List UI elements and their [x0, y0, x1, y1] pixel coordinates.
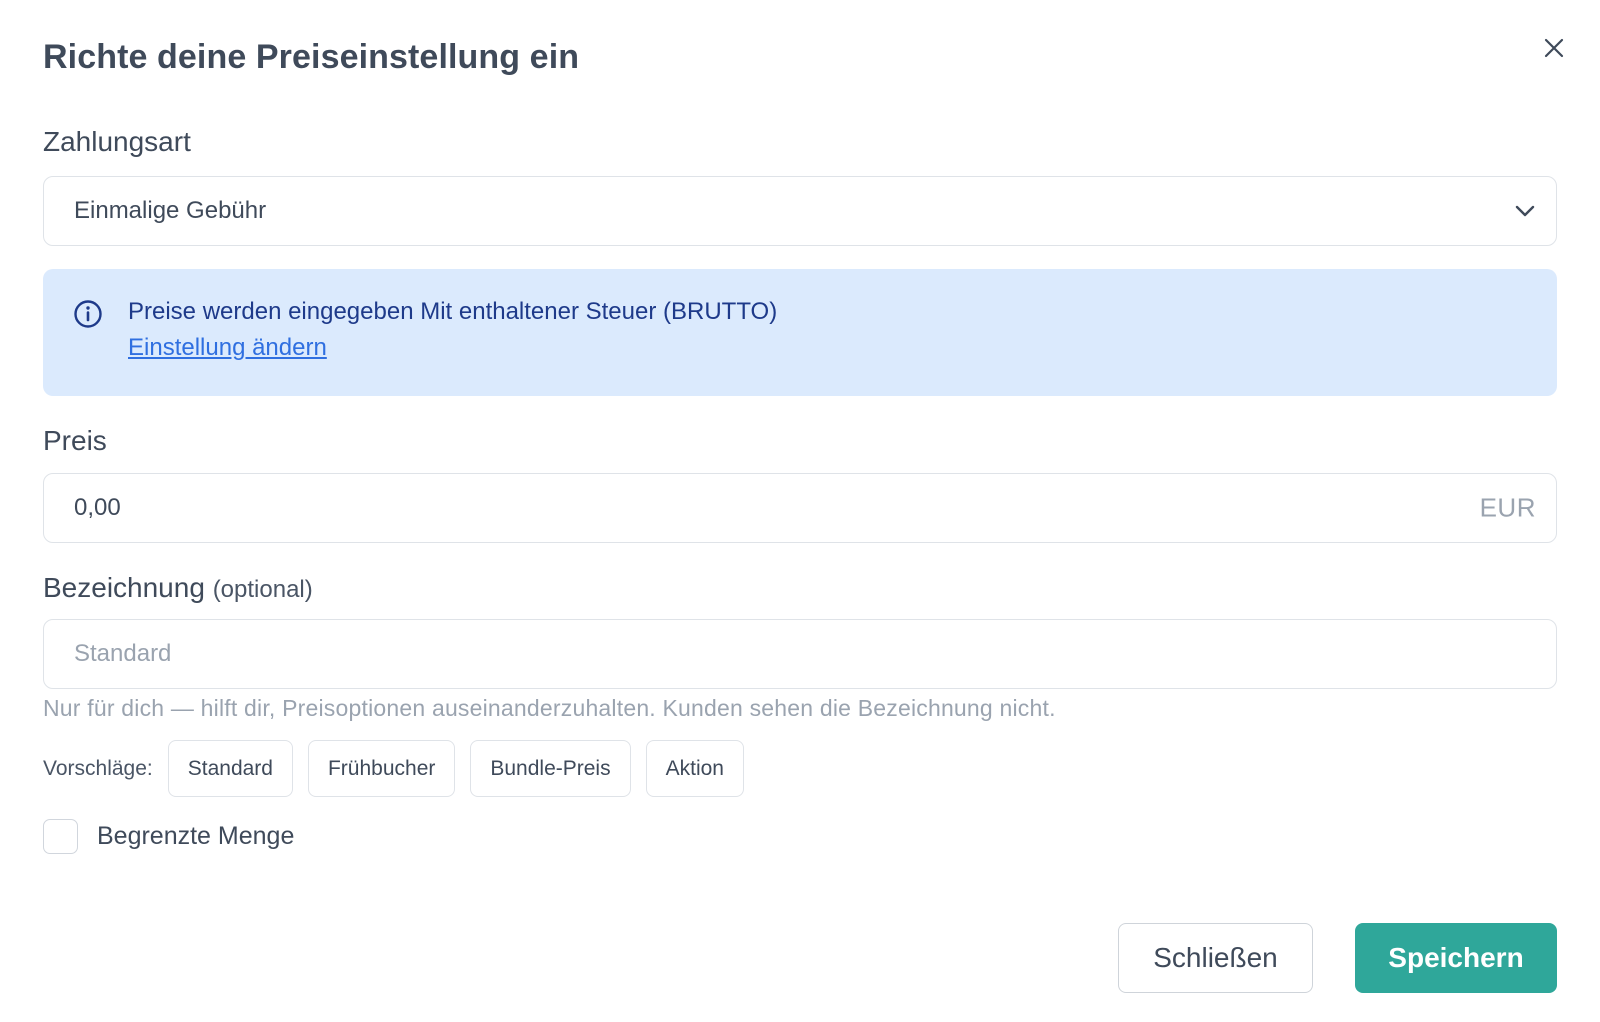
- currency-suffix: EUR: [1479, 492, 1536, 523]
- close-icon: [1544, 38, 1564, 58]
- suggestion-chip-bundle-preis[interactable]: Bundle-Preis: [470, 740, 631, 797]
- suggestion-chip-standard[interactable]: Standard: [167, 740, 293, 797]
- price-value: 0,00: [74, 494, 121, 521]
- info-icon: [74, 300, 102, 328]
- price-settings-dialog: Richte deine Preiseinstellung ein Zahlun…: [0, 0, 1600, 1022]
- dialog-title: Richte deine Preiseinstellung ein: [43, 38, 580, 76]
- limited-quantity-checkbox[interactable]: [43, 819, 78, 854]
- tax-info-box: Preise werden eingegeben Mit enthaltener…: [43, 269, 1557, 396]
- payment-type-select[interactable]: Einmalige Gebühr: [43, 176, 1557, 246]
- save-button[interactable]: Speichern: [1355, 923, 1557, 993]
- suggestions-row: Vorschläge: Standard Frühbucher Bundle-P…: [43, 740, 759, 797]
- suggestion-chip-fruehbucher[interactable]: Frühbucher: [307, 740, 456, 797]
- designation-label-text: Bezeichnung: [43, 572, 205, 603]
- chevron-down-icon: [1515, 205, 1535, 217]
- price-input[interactable]: 0,00 EUR: [43, 473, 1557, 543]
- change-setting-link[interactable]: Einstellung ändern: [128, 334, 327, 362]
- designation-label: Bezeichnung (optional): [43, 572, 313, 604]
- payment-type-label: Zahlungsart: [43, 126, 191, 157]
- payment-type-value: Einmalige Gebühr: [74, 197, 267, 224]
- suggestion-chip-aktion[interactable]: Aktion: [645, 740, 744, 797]
- price-label: Preis: [43, 425, 107, 456]
- close-dialog-button[interactable]: [1538, 32, 1570, 64]
- close-button[interactable]: Schließen: [1118, 923, 1313, 993]
- designation-optional-text: (optional): [212, 576, 313, 603]
- suggestions-label: Vorschläge:: [43, 756, 153, 780]
- tax-info-text: Preise werden eingegeben Mit enthaltener…: [128, 298, 778, 325]
- designation-placeholder: Standard: [74, 640, 172, 667]
- limited-quantity-label[interactable]: Begrenzte Menge: [97, 822, 294, 851]
- limited-quantity-row: Begrenzte Menge: [43, 819, 294, 854]
- designation-input[interactable]: Standard: [43, 619, 1557, 689]
- designation-hint: Nur für dich — hilft dir, Preisoptionen …: [43, 695, 1056, 721]
